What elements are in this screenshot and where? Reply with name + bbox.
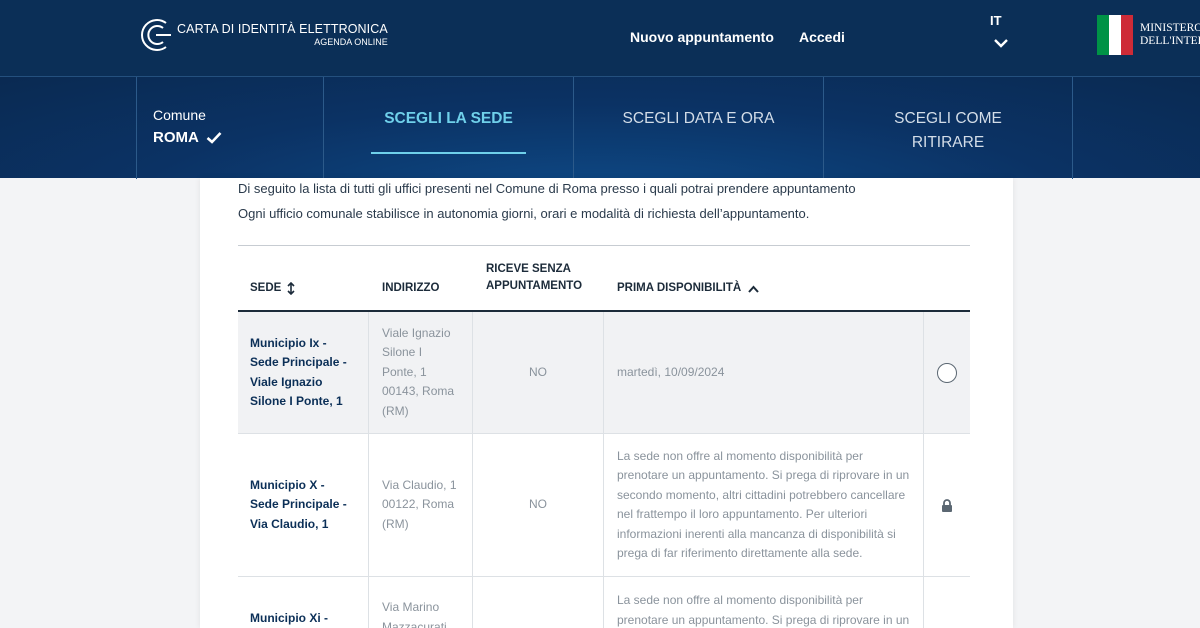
step-scegli-ritiro-label: SCEGLI COME RITIRARE xyxy=(894,110,1002,151)
cell-senza-appuntamento xyxy=(473,577,604,628)
step-scegli-ritiro[interactable]: SCEGLI COME RITIRARE xyxy=(823,77,1072,179)
column-header-prima-disponibilita[interactable]: PRIMA DISPONIBILITÀ xyxy=(617,280,759,297)
row-action xyxy=(924,577,970,628)
step-scegli-sede-label: SCEGLI LA SEDE xyxy=(384,110,513,127)
intro-line-2: Ogni ufficio comunale stabilisce in auto… xyxy=(238,206,810,221)
active-step-indicator xyxy=(371,152,526,154)
cell-sede: Municipio Xi - xyxy=(238,577,369,628)
sort-icon[interactable] xyxy=(287,282,295,295)
brand-subtitle: AGENDA ONLINE xyxy=(314,37,388,48)
column-header-senza-appuntamento: RICEVE SENZA APPUNTAMENTO xyxy=(486,263,583,292)
table-row[interactable]: Municipio Ix - Sede Principale - Viale I… xyxy=(238,312,970,434)
cell-indirizzo: Via Claudio, 1 00122, Roma (RM) xyxy=(369,434,473,576)
steps-bar: Comune ROMA SCEGLI LA SEDE SCEGLI DATA E… xyxy=(0,76,1200,179)
ministry-name-line1: MINISTERO xyxy=(1140,22,1200,35)
cell-indirizzo: Viale Ignazio Silone I Ponte, 1 00143, R… xyxy=(369,312,473,433)
brand-logo[interactable]: CARTA DI IDENTITÀ ELETTRONICA AGENDA ONL… xyxy=(139,16,388,54)
cell-prima-disponibilita: La sede non offre al momento disponibili… xyxy=(604,434,924,576)
brand-title: CARTA DI IDENTITÀ ELETTRONICA xyxy=(177,21,388,36)
lock-icon xyxy=(942,498,952,512)
cell-sede: Municipio Ix - Sede Principale - Viale I… xyxy=(238,312,369,433)
table-row: Municipio Xi - Via Marino Mazzacurati La… xyxy=(238,577,970,628)
italian-flag-icon xyxy=(1097,15,1133,55)
step-scegli-data[interactable]: SCEGLI DATA E ORA xyxy=(573,77,823,179)
cell-prima-disponibilita: martedì, 10/09/2024 xyxy=(604,312,924,433)
cie-logo-icon xyxy=(141,19,171,51)
chevron-up-icon[interactable] xyxy=(748,285,759,293)
ministry-logo[interactable]: MINISTERO DELL'INTERNO xyxy=(1097,15,1200,55)
nav-nuovo-appuntamento[interactable]: Nuovo appuntamento xyxy=(630,29,774,45)
comune-value: ROMA xyxy=(153,129,199,146)
step-comune[interactable]: Comune ROMA xyxy=(136,77,323,179)
check-icon xyxy=(206,132,222,144)
table-row: Municipio X - Sede Principale - Via Clau… xyxy=(238,434,970,577)
content-card: Di seguito la lista di tutti gli uffici … xyxy=(200,178,1013,628)
column-header-indirizzo: INDIRIZZO xyxy=(382,282,440,294)
cell-prima-disponibilita: La sede non offre al momento disponibili… xyxy=(604,577,924,628)
select-radio[interactable] xyxy=(937,362,957,383)
nav-accedi[interactable]: Accedi xyxy=(799,29,845,45)
column-header-sede-label: SEDE xyxy=(250,282,282,294)
intro-line-1: Di seguito la lista di tutti gli uffici … xyxy=(238,181,856,196)
column-header-sede[interactable]: SEDE xyxy=(250,280,295,297)
step-scegli-sede[interactable]: SCEGLI LA SEDE xyxy=(323,77,573,179)
top-header: CARTA DI IDENTITÀ ELETTRONICA AGENDA ONL… xyxy=(0,0,1200,76)
cell-sede: Municipio X - Sede Principale - Via Clau… xyxy=(238,434,369,576)
ministry-name-line2: DELL'INTERNO xyxy=(1140,35,1200,47)
divider xyxy=(238,245,970,246)
chevron-down-icon[interactable] xyxy=(993,37,1009,49)
cell-senza-appuntamento: NO xyxy=(473,312,604,433)
language-selector[interactable]: IT xyxy=(990,13,1002,28)
column-header-prima-label: PRIMA DISPONIBILITÀ xyxy=(617,282,742,294)
step-scegli-data-label: SCEGLI DATA E ORA xyxy=(622,110,775,127)
comune-label: Comune xyxy=(153,107,206,123)
cell-indirizzo: Via Marino Mazzacurati xyxy=(369,577,473,628)
cell-senza-appuntamento: NO xyxy=(473,434,604,576)
steps-divider xyxy=(1072,77,1200,179)
